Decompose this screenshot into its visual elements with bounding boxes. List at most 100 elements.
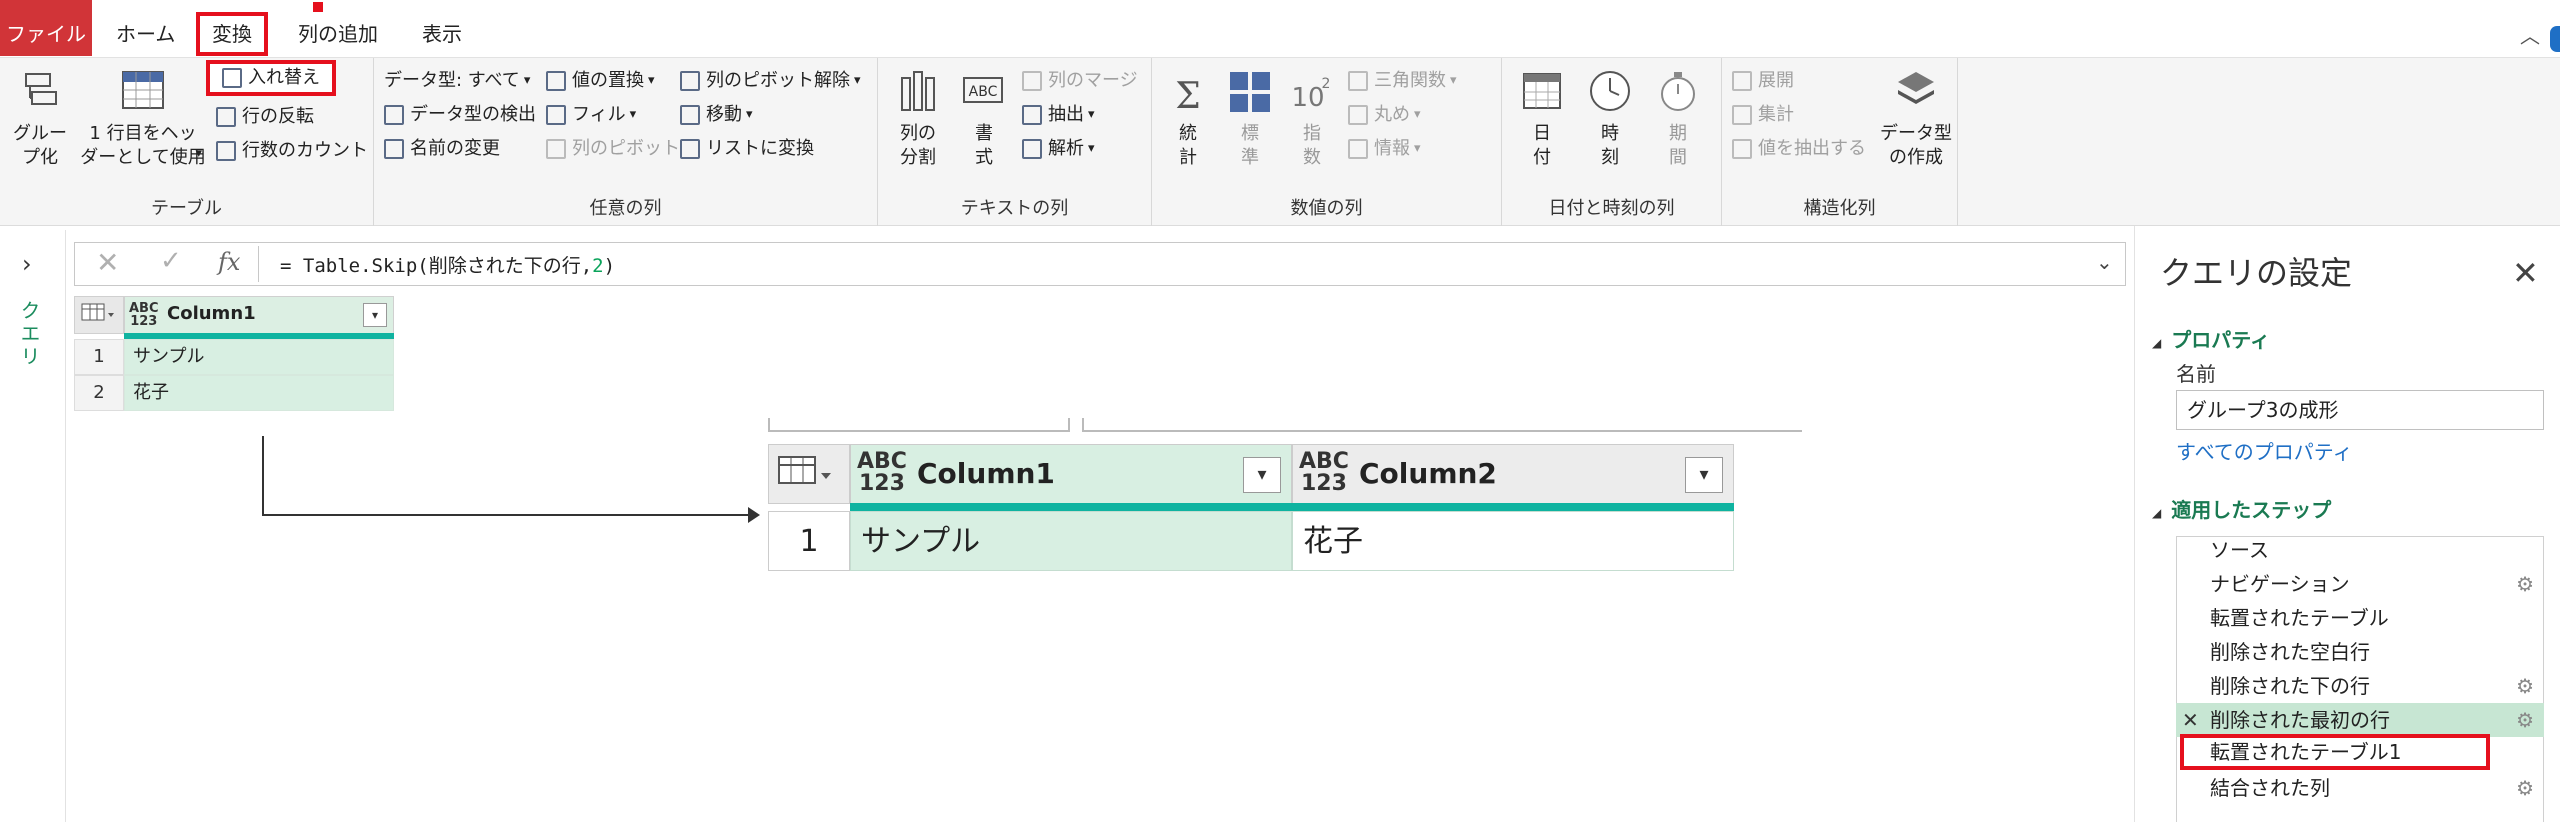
table-cell[interactable]: 花子 — [124, 375, 394, 411]
split-column-button[interactable]: 列の 分割 — [886, 68, 950, 170]
swap-button[interactable]: 入れ替え — [206, 60, 336, 96]
column-filter-dropdown-icon[interactable]: ▾ — [363, 303, 387, 327]
information-button[interactable]: 情報 ▾ — [1348, 136, 1421, 162]
gear-icon[interactable]: ⚙ — [2516, 703, 2534, 737]
applied-steps-label: 適用したステップ — [2171, 498, 2332, 522]
replace-values-button[interactable]: 値の置換 ▾ — [546, 68, 655, 94]
query-name-input[interactable]: グループ3の成形 — [2176, 390, 2544, 430]
tab-add-column[interactable]: 列の追加 — [282, 0, 394, 56]
column-filter-dropdown-icon[interactable]: ▾ — [1243, 457, 1281, 493]
table-menu-icon[interactable] — [768, 444, 850, 504]
gear-icon[interactable]: ⚙ — [2516, 771, 2534, 805]
standard-button[interactable]: 標 準 — [1222, 68, 1278, 170]
commit-formula-icon[interactable]: ✓ — [160, 246, 182, 276]
create-data-type-button[interactable]: データ型 の作成 — [1880, 68, 1952, 170]
properties-section-header[interactable]: ◢ プロパティ — [2152, 324, 2270, 353]
parse-button[interactable]: 解析 ▾ — [1022, 136, 1095, 162]
statistics-button[interactable]: Σ 統 計 — [1160, 68, 1216, 170]
big-grid-column-header-2[interactable]: ABC 123 Column2 ▾ — [1292, 444, 1734, 504]
ribbon: グルー プ化 1 行目をヘッ ダーとして使用 ▾ 入れ替え 行の反転 行数のカウン… — [0, 58, 2560, 226]
all-properties-link[interactable]: すべてのプロパティ — [2176, 436, 2353, 465]
queries-pane-label[interactable]: クエリ — [17, 300, 44, 369]
formula-expand-chevron-icon[interactable]: ⌄ — [2096, 250, 2113, 274]
info-label: 情報 — [1374, 138, 1410, 159]
gear-icon[interactable]: ⚙ — [2516, 669, 2534, 703]
fx-icon: fx — [218, 248, 241, 276]
dropdown-arrow-icon: ▾ — [1414, 141, 1421, 156]
duration-label: 期 間 — [1669, 123, 1687, 168]
expand-queries-chevron-icon[interactable]: › — [22, 250, 32, 278]
tab-home[interactable]: ホーム — [100, 0, 191, 56]
rounding-button[interactable]: 丸め ▾ — [1348, 102, 1421, 128]
type-abc123-icon[interactable]: ABC 123 — [1299, 451, 1349, 495]
count-rows-button[interactable]: 行数のカウント — [216, 138, 368, 164]
applied-step[interactable]: ソース — [2176, 533, 2544, 567]
extract-values-button[interactable]: 値を抽出する — [1732, 136, 1866, 162]
merge-label: 列のマージ — [1048, 70, 1138, 91]
applied-step[interactable]: 転置されたテーブル — [2176, 601, 2544, 635]
data-type-dropdown[interactable]: データ型: すべて ▾ — [384, 68, 530, 94]
cancel-formula-icon[interactable]: ✕ — [96, 246, 119, 279]
unpivot-columns-button[interactable]: 列のピボット解除 ▾ — [680, 68, 861, 94]
reverse-rows-button[interactable]: 行の反転 — [216, 104, 314, 130]
scientific-button[interactable]: 10 2 指 数 — [1284, 68, 1340, 170]
pivot-column-button[interactable]: 列のピボット — [546, 136, 680, 162]
standard-label: 標 準 — [1241, 123, 1259, 168]
type-abc123-icon[interactable]: ABC 123 — [129, 302, 159, 328]
detect-data-type-button[interactable]: データ型の検出 — [384, 102, 536, 128]
dropdown-arrow-icon: ▾ — [854, 73, 861, 88]
table-grid-icon — [81, 303, 114, 321]
date-button[interactable]: 日 付 — [1512, 68, 1572, 170]
tab-transform[interactable]: 変換 — [196, 12, 268, 56]
type-abc123-icon[interactable]: ABC 123 — [857, 451, 907, 495]
gear-icon[interactable]: ⚙ — [2516, 567, 2534, 601]
pivot-label: 列のピボット — [572, 138, 680, 159]
applied-step-selected[interactable]: ✕ 削除された最初の行 ⚙ — [2176, 703, 2544, 737]
tab-file[interactable]: ファイル — [0, 0, 92, 56]
ribbon-collapse-icon[interactable]: ︿ — [2520, 20, 2540, 49]
aggregate-button[interactable]: 集計 — [1732, 102, 1794, 128]
replace-values-icon — [546, 71, 566, 91]
extract-button[interactable]: 抽出 ▾ — [1022, 102, 1095, 128]
ribbon-group-any-column: データ型: すべて ▾ データ型の検出 名前の変更 値の置換 ▾ フィル ▾ 列のピボ… — [374, 58, 878, 226]
move-button[interactable]: 移動 ▾ — [680, 102, 753, 128]
convert-to-list-button[interactable]: リストに変換 — [680, 136, 814, 162]
applied-step[interactable]: ナビゲーション ⚙ — [2176, 567, 2544, 601]
table-cell[interactable]: サンプル — [124, 339, 394, 375]
table-cell[interactable]: サンプル — [850, 511, 1292, 571]
merge-columns-button[interactable]: 列のマージ — [1022, 68, 1138, 94]
formula-text[interactable]: = Table.Skip(削除された下の行,2) — [280, 251, 615, 278]
dropdown-arrow-icon: ▾ — [746, 107, 753, 122]
duration-button[interactable]: 期 間 — [1648, 68, 1708, 170]
format-button[interactable]: ABC 書 式 — [954, 68, 1014, 170]
group-by-button[interactable]: グルー プ化 — [10, 68, 70, 170]
use-first-row-header-button[interactable]: 1 行目をヘッ ダーとして使用 ▾ — [78, 68, 208, 170]
expand-button[interactable]: 展開 — [1732, 68, 1794, 94]
layers-icon — [1898, 72, 1934, 104]
applied-step[interactable]: 削除された下の行 ⚙ — [2176, 669, 2544, 703]
tab-view[interactable]: 表示 — [406, 0, 478, 56]
big-grid-column-header-1[interactable]: ABC 123 Column1 ▾ — [850, 444, 1292, 504]
expand-icon — [1732, 71, 1752, 91]
help-icon[interactable] — [2550, 26, 2560, 52]
rename-button[interactable]: 名前の変更 — [384, 136, 500, 162]
small-grid-column-header[interactable]: ABC 123 Column1 ▾ — [124, 296, 394, 334]
parse-label: 解析 — [1048, 138, 1084, 159]
table-cell[interactable]: 花子 — [1292, 511, 1734, 571]
table-menu-icon[interactable] — [74, 296, 124, 334]
applied-steps-section-header[interactable]: ◢ 適用したステップ — [2152, 494, 2331, 523]
ribbon-group-table: グルー プ化 1 行目をヘッ ダーとして使用 ▾ 入れ替え 行の反転 行数のカウン… — [0, 58, 374, 226]
trigonometry-button[interactable]: 三角関数 ▾ — [1348, 68, 1457, 94]
rename-icon — [384, 139, 404, 159]
ribbon-group-structured-column: 展開 集計 値を抽出する データ型 の作成 構造化列 — [1722, 58, 1958, 226]
ribbon-group-datetime-column: 日 付 時 刻 期 間 日付と時刻の列 — [1502, 58, 1722, 226]
fill-button[interactable]: フィル ▾ — [546, 102, 636, 128]
applied-step-highlighted[interactable]: 転置されたテーブル1 — [2180, 734, 2490, 770]
step-label: 削除された最初の行 — [2210, 708, 2390, 732]
close-pane-icon[interactable]: ✕ — [2512, 254, 2539, 292]
applied-step[interactable]: 削除された空白行 — [2176, 635, 2544, 669]
time-button[interactable]: 時 刻 — [1580, 68, 1640, 170]
column-filter-dropdown-icon[interactable]: ▾ — [1685, 457, 1723, 493]
applied-step[interactable]: 結合された列 ⚙ — [2176, 771, 2544, 805]
delete-step-icon[interactable]: ✕ — [2182, 703, 2199, 737]
